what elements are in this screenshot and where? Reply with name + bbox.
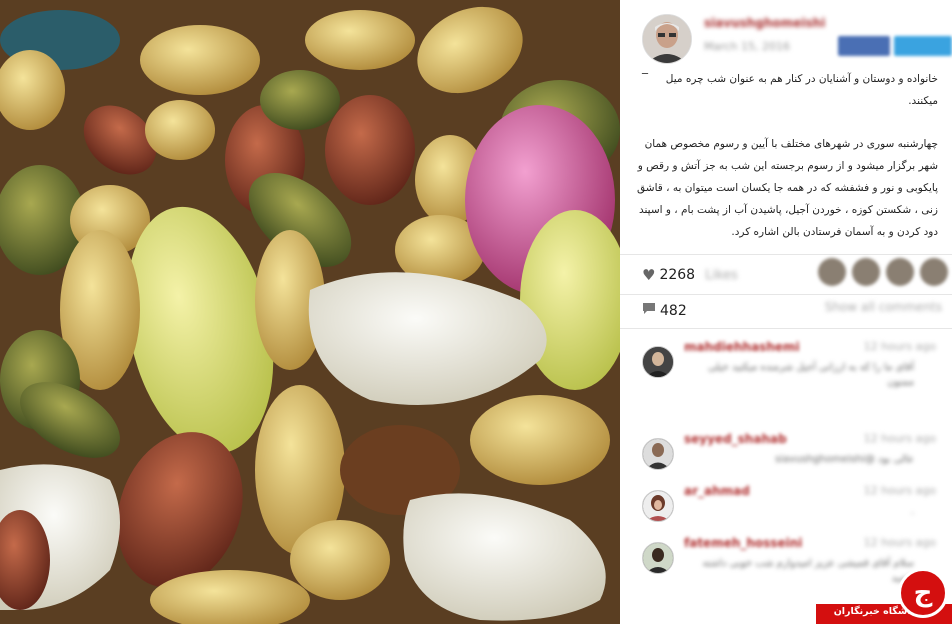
- likes-label: Likes: [705, 267, 738, 283]
- liker-avatar[interactable]: [818, 258, 846, 286]
- liker-avatar[interactable]: [886, 258, 914, 286]
- likes-row[interactable]: ♥ 2268 Likes: [642, 266, 738, 284]
- author-username[interactable]: siavushghomeishi: [704, 16, 825, 30]
- news-agency-watermark: باشگاه خبرنگاران ج: [816, 566, 952, 624]
- twitter-share-button[interactable]: [894, 36, 952, 56]
- comment-icon[interactable]: [642, 302, 656, 319]
- liker-avatars: [818, 258, 948, 286]
- likes-count: 2268: [659, 267, 696, 283]
- comments-row[interactable]: 482: [642, 302, 687, 319]
- divider: [620, 254, 952, 255]
- caption-paragraph-1: خانواده و دوستان و آشنایان در کنار هم به…: [665, 73, 938, 107]
- author-avatar[interactable]: [642, 14, 692, 64]
- commenter-avatar[interactable]: [642, 542, 674, 574]
- show-all-comments-link[interactable]: Show all comments: [825, 300, 942, 314]
- commenter-name[interactable]: ar_ahmad: [684, 484, 750, 498]
- comment-text: .: [910, 506, 914, 517]
- comment-time: 12 hours ago: [863, 484, 936, 497]
- comment-time: 12 hours ago: [863, 536, 936, 549]
- post-panel: siavushghomeishi March 15, 2016 _ خانواد…: [620, 0, 952, 624]
- commenter-name[interactable]: mahdiehhashemi: [684, 340, 800, 354]
- comment-text: عالی بود @siavushghomeishi: [775, 454, 914, 465]
- facebook-share-button[interactable]: [838, 36, 890, 56]
- post-caption: خانواده و دوستان و آشنایان در کنار هم به…: [634, 68, 938, 264]
- commenter-avatar[interactable]: [642, 438, 674, 470]
- comment-text: آقای ما را که به ارزانی آجیل شرمنده میکن…: [708, 362, 914, 388]
- liker-avatar[interactable]: [920, 258, 948, 286]
- commenter-name[interactable]: fatemeh_hosseini: [684, 536, 802, 550]
- heart-icon[interactable]: ♥: [642, 266, 655, 284]
- post-header: siavushghomeishi March 15, 2016 _: [620, 0, 952, 74]
- comments-count: 482: [660, 302, 687, 319]
- nuts-photo-illustration: [0, 0, 620, 624]
- post-photo[interactable]: [0, 0, 620, 624]
- divider: [620, 328, 952, 329]
- commenter-name[interactable]: seyyed_shahab: [684, 432, 787, 446]
- watermark-logo-icon: ج: [898, 568, 948, 618]
- commenter-avatar[interactable]: [642, 346, 674, 378]
- comment-time: 12 hours ago: [863, 432, 936, 445]
- caption-paragraph-2: چهارشنبه سوری در شهرهای مختلف با آیین و …: [637, 138, 938, 238]
- divider: [620, 294, 952, 295]
- post-date: March 15, 2016: [704, 40, 791, 53]
- author-avatar-image: [643, 15, 691, 63]
- liker-avatar[interactable]: [852, 258, 880, 286]
- commenter-avatar[interactable]: [642, 490, 674, 522]
- comment-time: 12 hours ago: [863, 340, 936, 353]
